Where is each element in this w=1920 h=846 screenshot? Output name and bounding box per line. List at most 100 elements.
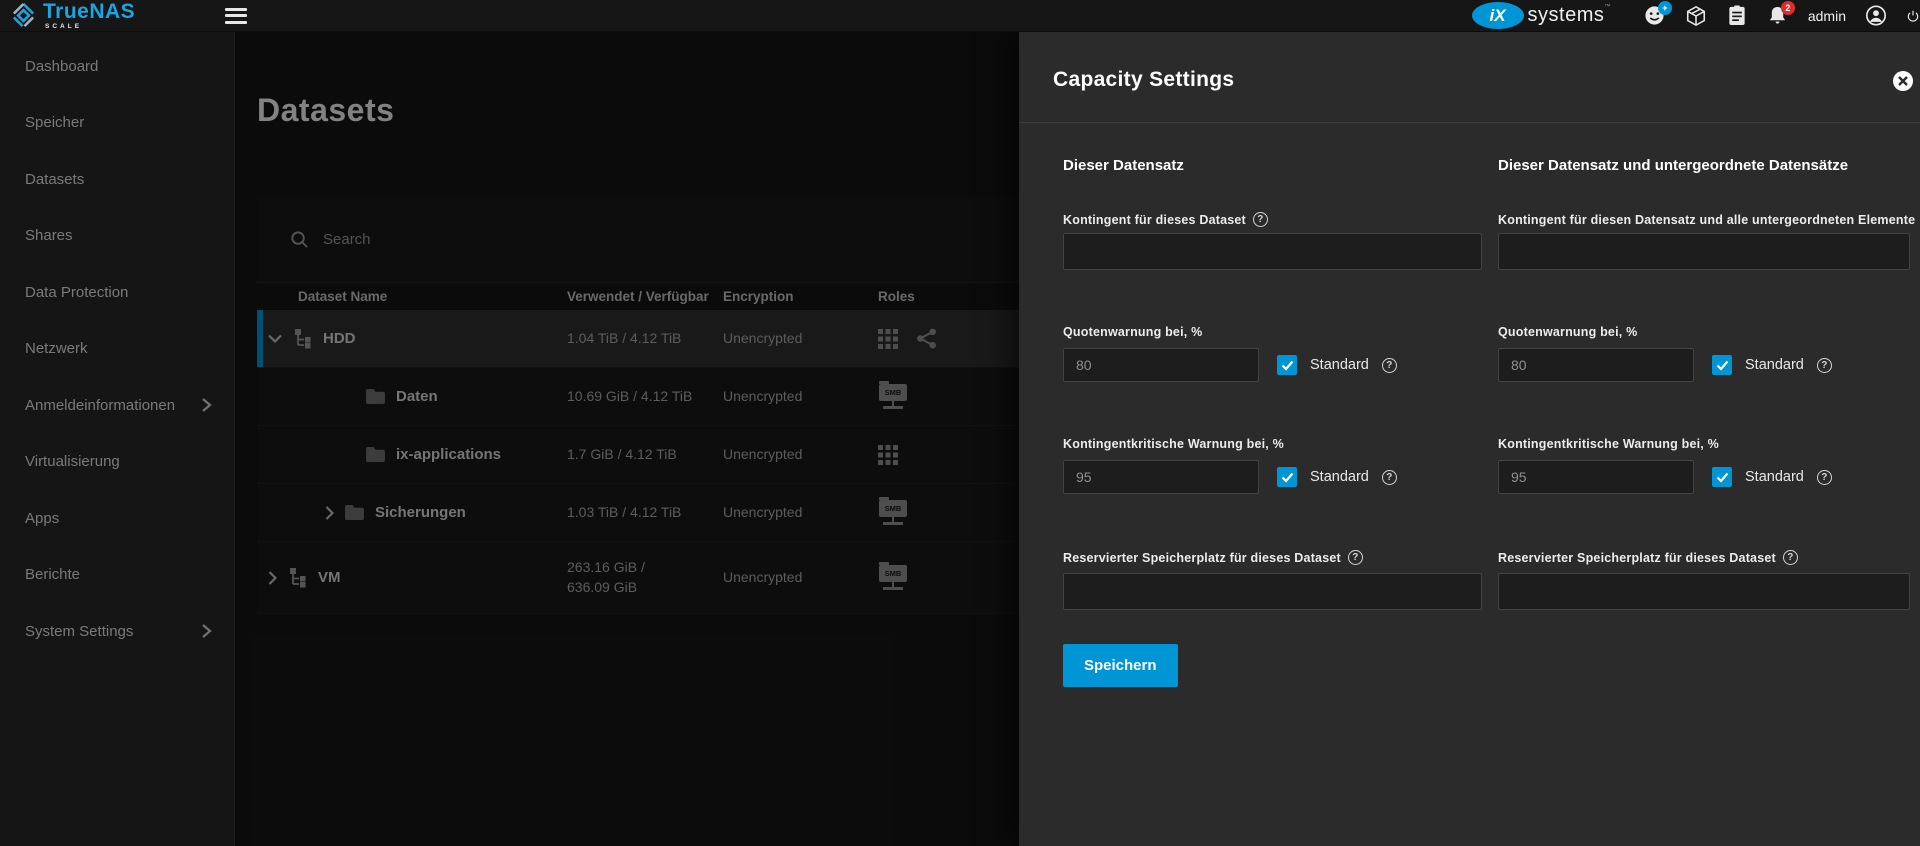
dataset-tree-icon [287, 567, 308, 588]
dataset-encryption: Unencrypted [723, 387, 878, 407]
reserved-space-input[interactable] [1063, 573, 1482, 610]
page-title: Datasets [257, 92, 394, 129]
help-icon[interactable] [1783, 550, 1798, 565]
save-button[interactable]: Speichern [1063, 644, 1178, 687]
dataset-row-ix-applications[interactable]: ix-applications 1.7 GiB / 4.12 TiB Unenc… [257, 426, 1019, 484]
folder-icon [365, 446, 386, 463]
dataset-used: 263.16 GiB / 636.09 GiB [567, 558, 723, 597]
help-icon[interactable] [1382, 470, 1397, 485]
truecommand-icon[interactable] [1685, 5, 1707, 27]
dataset-encryption: Unencrypted [723, 445, 878, 465]
help-icon[interactable] [1253, 212, 1268, 227]
close-icon[interactable] [1892, 70, 1914, 92]
column-header-encryption: Encryption [723, 289, 878, 304]
reserved-space-input[interactable] [1498, 573, 1910, 610]
sidebar-item-speicher[interactable]: Speicher [0, 95, 234, 152]
menu-toggle-icon[interactable] [225, 8, 247, 24]
smb-share-icon[interactable]: SMB [878, 500, 908, 526]
table-header-row: Dataset Name Verwendet / Verfügbar Encry… [257, 283, 1019, 310]
smb-share-icon[interactable]: SMB [878, 565, 908, 591]
dataset-roles [878, 445, 1019, 465]
smb-share-icon[interactable]: SMB [878, 384, 908, 410]
topbar-actions: iX systems™ + [1472, 2, 1920, 29]
sidebar-item-system-settings[interactable]: System Settings [0, 603, 234, 660]
apps-grid-icon[interactable] [878, 445, 898, 465]
chevron-right-icon[interactable] [268, 571, 277, 585]
column-header: Dieser Datensatz [1063, 157, 1184, 174]
dataset-roles: SMB [878, 565, 1019, 591]
checkbox-checked[interactable] [1712, 467, 1732, 487]
sidebar-item-anmeldeinformationen[interactable]: Anmeldeinformationen [0, 377, 234, 434]
quota-critical-default: Standard [1712, 467, 1832, 487]
sidebar-item-berichte[interactable]: Berichte [0, 547, 234, 604]
dataset-used: 1.03 TiB / 4.12 TiB [567, 503, 723, 523]
dataset-name: Sicherungen [375, 504, 466, 521]
help-icon[interactable] [1817, 470, 1832, 485]
quota-input[interactable] [1063, 233, 1482, 270]
folder-icon [365, 388, 386, 405]
quota-warning-input[interactable] [1063, 348, 1259, 382]
alerts-icon[interactable]: 2 [1767, 5, 1789, 27]
dataset-name: HDD [323, 330, 356, 347]
sidebar-item-shares[interactable]: Shares [0, 208, 234, 265]
sidebar-item-apps[interactable]: Apps [0, 490, 234, 547]
chevron-down-icon[interactable] [268, 334, 282, 343]
column-header-roles: Roles [878, 289, 1019, 304]
search-input[interactable] [323, 231, 623, 248]
dataset-row-vm[interactable]: VM 263.16 GiB / 636.09 GiB Unencrypted S… [257, 542, 1019, 614]
dataset-encryption: Unencrypted [723, 568, 878, 588]
admin-username: admin [1808, 8, 1846, 24]
apps-grid-icon[interactable] [878, 329, 898, 349]
ix-logo-oval: iX [1472, 2, 1524, 29]
column-header-name: Dataset Name [257, 289, 567, 304]
quota-critical-label: Kontingentkritische Warnung bei, % [1498, 437, 1719, 451]
chevron-right-icon[interactable] [325, 506, 334, 520]
dataset-row-hdd[interactable]: HDD 1.04 TiB / 4.12 TiB Unencrypted [257, 310, 1019, 368]
checkbox-checked[interactable] [1277, 467, 1297, 487]
datasets-table-card: Dataset Name Verwendet / Verfügbar Encry… [257, 197, 1019, 614]
quota-critical-input[interactable] [1063, 460, 1259, 494]
help-icon[interactable] [1348, 550, 1363, 565]
quota-critical-input[interactable] [1498, 460, 1694, 494]
user-menu-icon[interactable] [1865, 5, 1887, 27]
sidebar-item-dashboard[interactable]: Dashboard [0, 38, 234, 95]
help-icon[interactable] [1382, 358, 1397, 373]
help-icon[interactable] [1817, 358, 1832, 373]
share-icon[interactable] [916, 328, 937, 349]
sidebar-item-data-protection[interactable]: Data Protection [0, 264, 234, 321]
sidebar-item-virtualisierung[interactable]: Virtualisierung [0, 434, 234, 491]
search-icon [290, 230, 309, 249]
quota-label: Kontingent für diesen Datensatz und alle… [1498, 212, 1920, 227]
sidebar-item-datasets[interactable]: Datasets [0, 151, 234, 208]
jobs-icon[interactable] [1726, 5, 1748, 27]
truenas-logo-icon [10, 2, 37, 29]
checkbox-checked[interactable] [1712, 355, 1732, 375]
sidebar-item-netzwerk[interactable]: Netzwerk [0, 321, 234, 378]
capacity-settings-dialog: Capacity Settings Dieser Datensatz Konti… [1019, 32, 1920, 846]
dataset-row-sicherungen[interactable]: Sicherungen 1.03 TiB / 4.12 TiB Unencryp… [257, 484, 1019, 542]
quota-warning-label: Quotenwarnung bei, % [1498, 325, 1637, 339]
dataset-used: 1.04 TiB / 4.12 TiB [567, 329, 723, 349]
power-icon[interactable] [1906, 5, 1920, 27]
clipboard-icon [1728, 5, 1746, 26]
checkbox-checked[interactable] [1277, 355, 1297, 375]
truenas-logo[interactable]: TrueNAS SCALE [10, 1, 225, 31]
reserved-space-label: Reservierter Speicherplatz für dieses Da… [1063, 550, 1363, 565]
sidebar-nav: Dashboard Speicher Datasets Shares Data … [0, 32, 235, 846]
truenas-app: TrueNAS SCALE iX systems™ + [0, 0, 1920, 846]
dataset-name: ix-applications [396, 446, 501, 463]
quota-warning-default: Standard [1712, 355, 1832, 375]
quota-input[interactable] [1498, 233, 1910, 270]
dataset-name: Daten [396, 388, 438, 405]
dataset-row-daten[interactable]: Daten 10.69 GiB / 4.12 TiB Unencrypted S… [257, 368, 1019, 426]
quota-warning-default: Standard [1277, 355, 1397, 375]
quota-label: Kontingent für dieses Dataset [1063, 212, 1268, 227]
dataset-roles: SMB [878, 384, 1019, 410]
directory-badge: + [1658, 1, 1672, 15]
quota-warning-input[interactable] [1498, 348, 1694, 382]
person-circle-icon [1865, 4, 1887, 27]
dataset-used: 10.69 GiB / 4.12 TiB [567, 387, 723, 407]
directory-services-icon[interactable]: + [1644, 5, 1666, 27]
table-toolbar [257, 197, 1019, 283]
top-bar: TrueNAS SCALE iX systems™ + [0, 0, 1920, 32]
